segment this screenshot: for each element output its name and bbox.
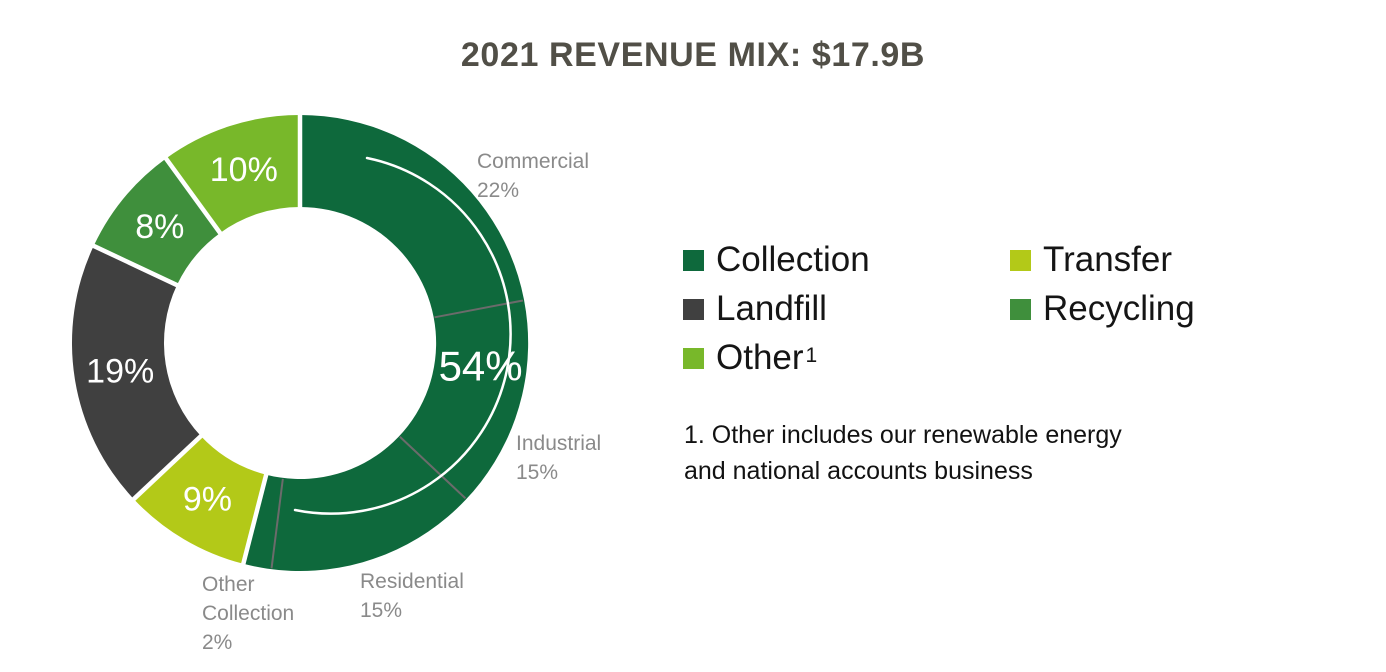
legend-item-label: Collection — [716, 242, 870, 278]
legend-item-recycling: Recycling — [1010, 291, 1195, 327]
legend-item-label: Transfer — [1043, 242, 1172, 278]
slice-label-transfer: 9% — [183, 481, 232, 519]
recycling-swatch-icon — [1010, 299, 1031, 320]
callout-commercial-name: Commercial — [477, 147, 589, 176]
slice-label-collection: 54% — [439, 342, 523, 389]
revenue-donut-chart: 54% 9% 19% 8% 10% Commercial 22% Industrial … — [0, 0, 600, 672]
legend-item-transfer: Transfer — [1010, 242, 1195, 278]
footnote-line-1: 1. Other includes our renewable energy — [684, 417, 1284, 453]
callout-residential-pct: 15% — [360, 596, 464, 625]
slice-label-other: 10% — [210, 151, 278, 189]
legend-item-other: Other 1 — [683, 340, 870, 376]
callout-residential: Residential 15% — [360, 567, 464, 625]
footnote: 1. Other includes our renewable energy a… — [684, 417, 1284, 489]
callout-residential-name: Residential — [360, 567, 464, 596]
slice-label-recycling: 8% — [135, 208, 184, 246]
legend-item-label: Other — [716, 340, 804, 376]
callout-other-collection: Other Collection 2% — [202, 570, 320, 657]
transfer-swatch-icon — [1010, 250, 1031, 271]
callout-other-collection-pct: 2% — [202, 628, 320, 657]
legend-item-landfill: Landfill — [683, 291, 870, 327]
callout-industrial: Industrial 15% — [516, 429, 601, 487]
footnote-line-2: and national accounts business — [684, 453, 1284, 489]
legend-column-1: Collection Landfill Other 1 — [683, 242, 870, 376]
chart-legend: Collection Landfill Other 1 Transfer Rec… — [683, 242, 1343, 402]
legend-item-label: Landfill — [716, 291, 827, 327]
landfill-swatch-icon — [683, 299, 704, 320]
slice-label-landfill: 19% — [86, 353, 154, 391]
callout-industrial-pct: 15% — [516, 458, 601, 487]
other-swatch-icon — [683, 348, 704, 369]
legend-item-label: Recycling — [1043, 291, 1195, 327]
callout-commercial-pct: 22% — [477, 176, 589, 205]
collection-swatch-icon — [683, 250, 704, 271]
legend-item-collection: Collection — [683, 242, 870, 278]
callout-industrial-name: Industrial — [516, 429, 601, 458]
callout-other-collection-name: Other Collection — [202, 570, 320, 628]
legend-column-2: Transfer Recycling — [1010, 242, 1195, 327]
callout-commercial: Commercial 22% — [477, 147, 589, 205]
